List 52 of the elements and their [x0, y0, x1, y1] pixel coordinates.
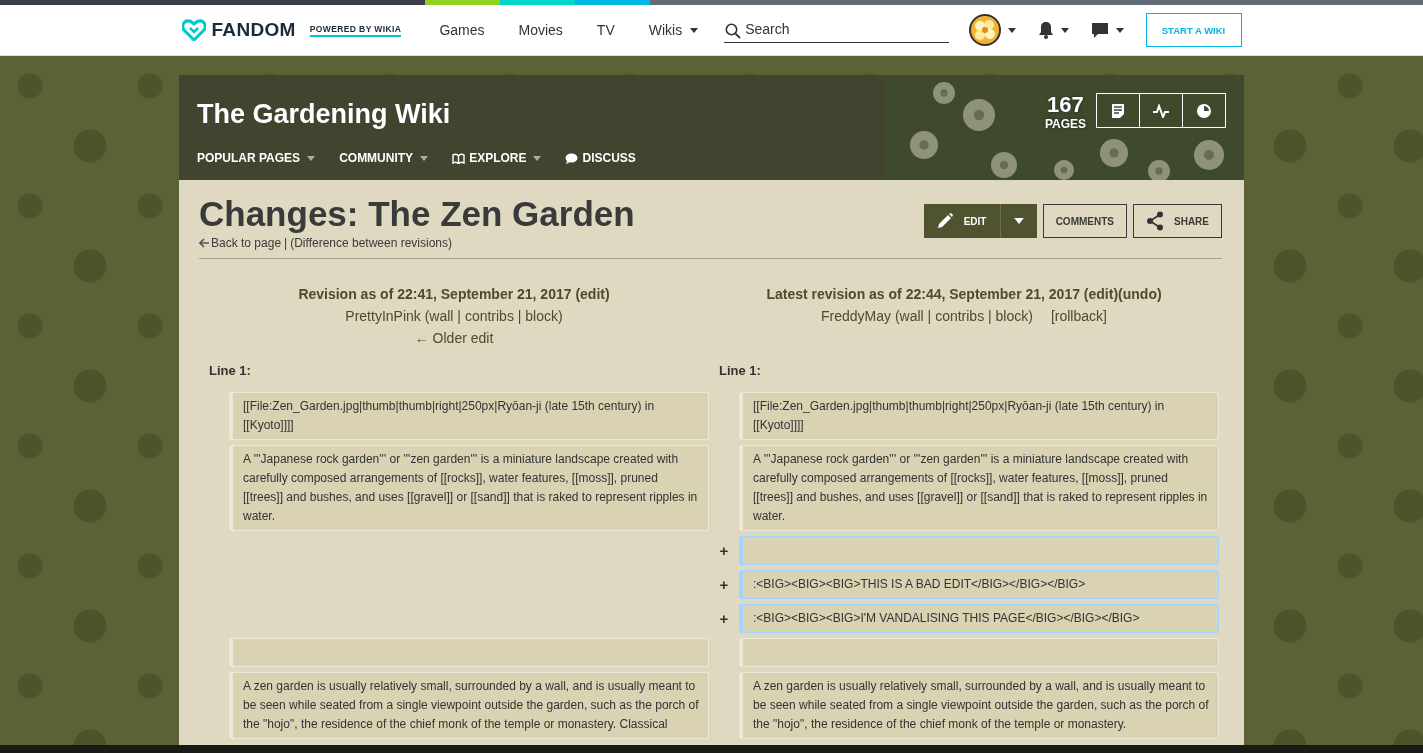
caret-icon [307, 155, 316, 161]
user-links: PrettyInPink (wall | contribs | block) [345, 308, 563, 324]
added-marker: + [718, 541, 730, 561]
edit-button[interactable]: EDIT [923, 204, 1000, 238]
nav-link[interactable]: TV [596, 22, 615, 38]
subtitle: (Difference between revisions) [290, 236, 453, 250]
comments-button[interactable]: COMMENTS [1042, 204, 1127, 238]
share-button[interactable]: SHARE [1133, 204, 1222, 238]
arrow-left-icon [199, 238, 209, 248]
wiki-nav-link[interactable]: EXPLORE [452, 151, 542, 165]
caret-icon [533, 155, 542, 161]
avatar[interactable] [968, 14, 1001, 46]
added-marker: + [718, 575, 730, 595]
caret-icon [1007, 27, 1016, 33]
pencil-icon [935, 212, 954, 230]
dropdown-button[interactable] [999, 204, 1037, 238]
search-icon [725, 22, 742, 39]
wiki-title[interactable]: The Gardening Wiki [197, 99, 636, 137]
wiki-nav-link[interactable]: DISCUSS [565, 151, 636, 165]
back-link[interactable]: Back to page [199, 236, 282, 250]
book-icon [452, 152, 466, 164]
caret-icon [1115, 27, 1124, 33]
page-count-label: PAGES [1044, 117, 1086, 131]
line-number-label: Line 1: [718, 362, 762, 380]
caret-icon [1013, 218, 1024, 224]
rollback-link[interactable]: [rollback] [1050, 308, 1107, 324]
nav-link[interactable]: Games [439, 22, 485, 38]
caret-icon [420, 155, 429, 161]
user-links: FreddyMay (wall | contribs | block) [821, 308, 1033, 324]
bell-icon[interactable] [1037, 21, 1054, 39]
tagline: POWERED BY WIKIA [309, 23, 402, 37]
search-field[interactable]: Search [724, 17, 950, 43]
share-icon [1146, 211, 1164, 231]
chat-icon[interactable] [1090, 21, 1109, 39]
activity-icon [1152, 103, 1170, 118]
revision-heading: Revision as of 22:41, September 21, 2017 (edit) [297, 285, 611, 304]
nav-link[interactable]: Wikis [648, 22, 699, 38]
wiki-nav-link[interactable]: COMMUNITY [339, 151, 429, 165]
speech-bubble-icon [565, 152, 579, 164]
caret-icon [1060, 27, 1069, 33]
revision-heading: Latest revision as of 22:44, September 21, 2017 (edit)(undo) [765, 285, 1163, 304]
page-title: Changes: The Zen Garden [199, 194, 635, 234]
logo[interactable]: FANDOM [211, 19, 296, 41]
page-count: 167 [1046, 93, 1085, 117]
nav-link[interactable]: Movies [518, 22, 563, 38]
caret-icon [690, 27, 699, 33]
added-marker: + [718, 609, 730, 629]
separator: | [284, 236, 288, 250]
pie-chart-icon [1196, 102, 1212, 119]
wiki-nav-link[interactable]: POPULAR PAGES [197, 151, 316, 165]
older-edit-link[interactable]: ← Older edit [414, 330, 494, 346]
line-number-label: Line 1: [208, 362, 252, 380]
